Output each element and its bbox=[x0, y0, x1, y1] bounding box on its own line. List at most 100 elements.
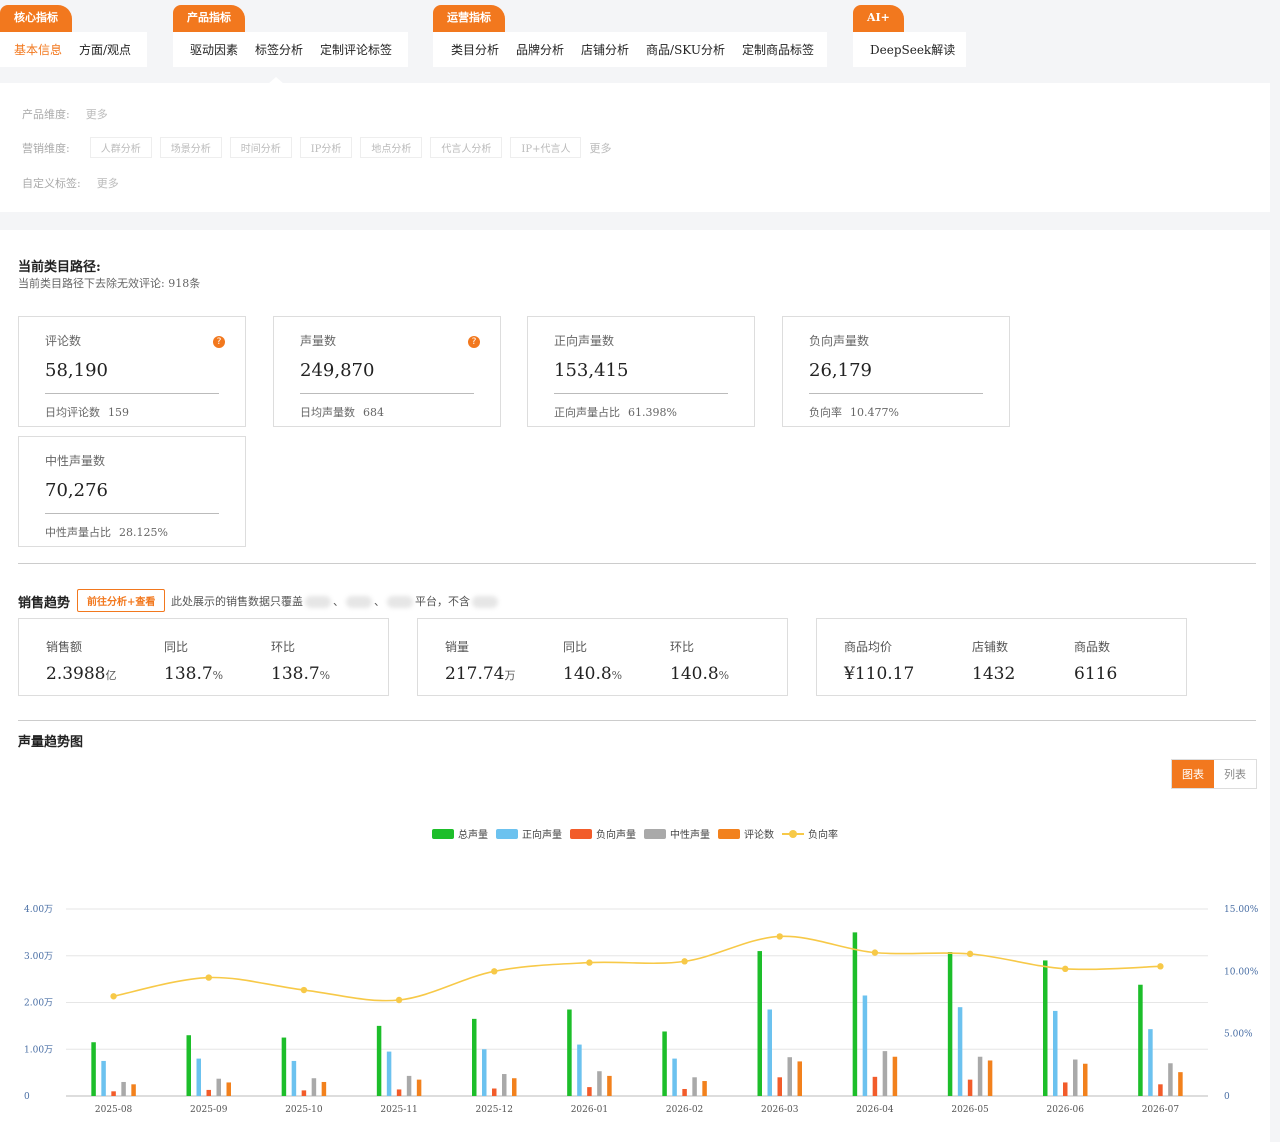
negative-rate-point bbox=[491, 968, 498, 975]
bar-4 bbox=[311, 1078, 317, 1096]
stat-value: 140.8% bbox=[563, 664, 623, 684]
sales-box-products: 商品均价 ¥110.17 店铺数 1432 商品数 6116 bbox=[816, 618, 1187, 696]
card-footer-value: 28.125% bbox=[119, 526, 168, 539]
bar-3 bbox=[1063, 1082, 1068, 1096]
sales-stat: 商品数 6116 bbox=[1074, 638, 1117, 684]
card-footer-value: 61.398% bbox=[628, 406, 677, 419]
toggle-list-button[interactable]: 列表 bbox=[1214, 760, 1256, 788]
chip-location[interactable]: 地点分析 bbox=[360, 137, 423, 158]
chip-ip[interactable]: IP分析 bbox=[299, 137, 353, 158]
x-tick-label: 2026-06 bbox=[1047, 1105, 1085, 1115]
card-footer-label: 日均评论数 bbox=[45, 406, 100, 419]
help-icon[interactable]: ? bbox=[468, 336, 480, 348]
stat-value: 138.7% bbox=[271, 664, 331, 684]
sales-note-sep: 、 bbox=[333, 595, 344, 608]
nav-item-drivers[interactable]: 驱动因素 bbox=[190, 41, 238, 58]
bar-1 bbox=[1043, 960, 1048, 1096]
bar-2 bbox=[577, 1044, 582, 1096]
nav-group-tab[interactable]: 产品指标 bbox=[173, 5, 245, 32]
y-right-tick-label: 0 bbox=[1224, 1092, 1230, 1102]
nav-group-items: 驱动因素 标签分析 定制评论标签 bbox=[173, 32, 408, 67]
bar-4 bbox=[121, 1081, 126, 1096]
sales-stat: 商品均价 ¥110.17 bbox=[844, 638, 914, 684]
card-title: 负向声量数 bbox=[809, 334, 870, 348]
toggle-chart-button[interactable]: 图表 bbox=[1172, 760, 1214, 788]
bar-2 bbox=[196, 1058, 201, 1096]
bar-2 bbox=[957, 1007, 963, 1096]
nav-item-brand[interactable]: 品牌分析 bbox=[516, 41, 564, 58]
chip-scene[interactable]: 场景分析 bbox=[159, 137, 222, 158]
y-left-tick-label: 0 bbox=[24, 1092, 30, 1102]
card-value: 153,415 bbox=[554, 360, 629, 381]
y-right-tick-label: 5.00% bbox=[1224, 1030, 1253, 1040]
legend-item-neutral[interactable]: 中性声量 bbox=[644, 826, 710, 841]
nav-group-items: DeepSeek解读 bbox=[853, 32, 966, 67]
negative-rate-point bbox=[1157, 963, 1164, 970]
bar-3 bbox=[301, 1090, 307, 1096]
nav-group-tab[interactable]: 核心指标 bbox=[0, 5, 72, 32]
nav-item-basic-info[interactable]: 基本信息 bbox=[14, 41, 62, 58]
bar-2 bbox=[291, 1060, 297, 1096]
help-icon[interactable]: ? bbox=[213, 336, 225, 348]
negative-rate-point bbox=[586, 959, 593, 966]
card-title: 声量数 bbox=[300, 334, 337, 348]
goto-analysis-button[interactable]: 前往分析+查看 bbox=[77, 589, 166, 612]
nav-item-aspect[interactable]: 方面/观点 bbox=[79, 41, 131, 58]
card-footer: 中性声量占比 28.125% bbox=[45, 524, 168, 540]
nav-item-custom-comment-tags[interactable]: 定制评论标签 bbox=[320, 41, 392, 58]
card-footer-value: 684 bbox=[363, 406, 384, 419]
sales-title: 销售趋势 bbox=[18, 596, 71, 611]
card-footer-label: 负向率 bbox=[809, 406, 842, 419]
bar-3 bbox=[111, 1091, 116, 1096]
chip-crowd[interactable]: 人群分析 bbox=[89, 137, 152, 158]
stat-value: 138.7% bbox=[164, 664, 224, 684]
y-left-tick-label: 3.00万 bbox=[24, 952, 53, 962]
nav-item-tag-analysis[interactable]: 标签分析 bbox=[255, 41, 303, 58]
nav-group-tab[interactable]: 运营指标 bbox=[433, 5, 505, 32]
sales-note: 此处展示的销售数据只覆盖 、 、 平台，不含 bbox=[171, 593, 500, 609]
bar-2 bbox=[862, 995, 868, 1096]
more-link[interactable]: 更多 bbox=[589, 140, 611, 156]
bar-2 bbox=[672, 1058, 677, 1096]
bar-4 bbox=[787, 1057, 792, 1096]
section-divider bbox=[18, 720, 1256, 721]
bar-5 bbox=[987, 1060, 993, 1096]
card-title: 正向声量数 bbox=[554, 334, 615, 348]
legend-item-negative[interactable]: 负向声量 bbox=[570, 826, 636, 841]
legend-swatch bbox=[570, 828, 592, 839]
more-link[interactable]: 更多 bbox=[97, 175, 119, 191]
legend-item-total[interactable]: 总声量 bbox=[432, 826, 488, 841]
divider bbox=[554, 393, 728, 394]
y-left-tick-label: 4.00万 bbox=[24, 905, 53, 915]
nav-item-deepseek[interactable]: DeepSeek解读 bbox=[870, 41, 955, 58]
stat-label: 商品均价 bbox=[844, 640, 893, 654]
nav-item-sku[interactable]: 商品/SKU分析 bbox=[646, 41, 725, 58]
card-value: 70,276 bbox=[45, 480, 108, 501]
card-value: 249,870 bbox=[300, 360, 375, 381]
bar-3 bbox=[1158, 1084, 1163, 1096]
chip-ip-spokesperson[interactable]: IP+代言人 bbox=[510, 137, 582, 158]
divider bbox=[45, 393, 219, 394]
nav-item-category[interactable]: 类目分析 bbox=[451, 41, 499, 58]
nav-item-custom-product-tags[interactable]: 定制商品标签 bbox=[742, 41, 814, 58]
bar-1 bbox=[376, 1025, 382, 1096]
stat-label: 环比 bbox=[670, 640, 695, 654]
legend-item-positive[interactable]: 正向声量 bbox=[496, 826, 562, 841]
nav-item-shop[interactable]: 店铺分析 bbox=[581, 41, 629, 58]
bar-4 bbox=[692, 1077, 697, 1096]
bar-1 bbox=[662, 1031, 667, 1096]
negative-rate-point bbox=[395, 996, 403, 1004]
nav-group-tab[interactable]: AI+ bbox=[853, 5, 904, 32]
sales-stat: 同比 138.7% bbox=[164, 638, 223, 684]
bar-2 bbox=[101, 1060, 106, 1096]
negative-rate-point bbox=[681, 958, 688, 965]
bar-1 bbox=[852, 932, 858, 1096]
chip-spokesperson[interactable]: 代言人分析 bbox=[430, 137, 503, 158]
bar-4 bbox=[882, 1051, 888, 1096]
legend-item-comments[interactable]: 评论数 bbox=[718, 826, 774, 841]
divider bbox=[809, 393, 983, 394]
bar-5 bbox=[226, 1082, 231, 1096]
legend-item-negative-rate[interactable]: 负向率 bbox=[782, 826, 838, 841]
more-link[interactable]: 更多 bbox=[86, 106, 108, 122]
chip-time[interactable]: 时间分析 bbox=[229, 137, 292, 158]
